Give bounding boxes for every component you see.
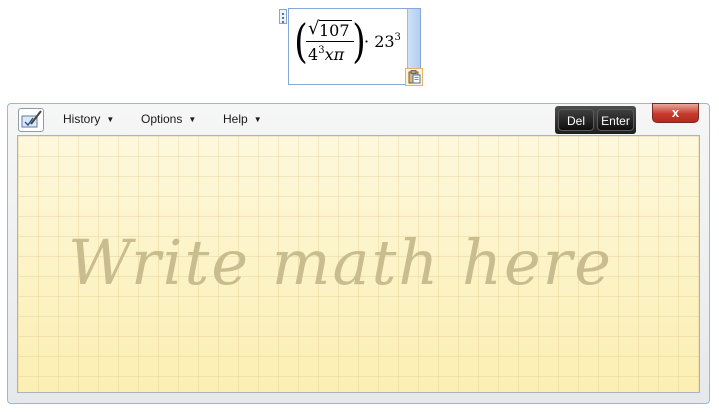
fraction-numerator: √ 107	[306, 18, 354, 40]
radicand: 107	[319, 21, 350, 40]
exponent: 3	[394, 32, 401, 43]
action-button-group: Del Enter	[555, 106, 636, 134]
close-icon: x	[671, 105, 680, 120]
close-button[interactable]: x	[652, 103, 699, 123]
writing-area-placeholder: Write math here	[68, 226, 613, 299]
operator: ·	[364, 32, 370, 51]
equation-editor[interactable]: ( √ 107 43xπ ) · 233	[288, 8, 421, 85]
sqrt-sign: √	[308, 18, 320, 39]
den-base: 4	[308, 45, 319, 64]
chevron-down-icon: ▼	[253, 115, 262, 124]
enter-button[interactable]: Enter	[597, 109, 634, 131]
den-vars: xπ	[324, 45, 345, 64]
fraction-bar	[306, 41, 354, 42]
product-term: · 233	[364, 32, 401, 51]
history-label: History	[63, 112, 101, 126]
options-menu[interactable]: Options ▼	[141, 112, 196, 126]
help-menu[interactable]: Help ▼	[223, 112, 262, 126]
base: 23	[374, 32, 395, 51]
math-input-panel-icon[interactable]	[18, 108, 44, 132]
chevron-down-icon: ▼	[106, 115, 115, 124]
options-label: Options	[141, 112, 183, 126]
math-input-panel: History ▼ Options ▼ Help ▼ Del Enter x Writ…	[7, 103, 710, 404]
chevron-down-icon: ▼	[188, 115, 197, 124]
panel-toolbar: History ▼ Options ▼ Help ▼ Del Enter x	[8, 103, 709, 136]
history-menu[interactable]: History ▼	[63, 112, 114, 126]
drag-handle-icon[interactable]	[279, 9, 287, 24]
fraction-denominator: 43xπ	[308, 45, 344, 64]
writing-area[interactable]: Write math here	[17, 135, 700, 393]
del-button[interactable]: Del	[558, 109, 594, 131]
clipboard-paste-icon[interactable]	[405, 68, 423, 86]
help-label: Help	[223, 112, 248, 126]
